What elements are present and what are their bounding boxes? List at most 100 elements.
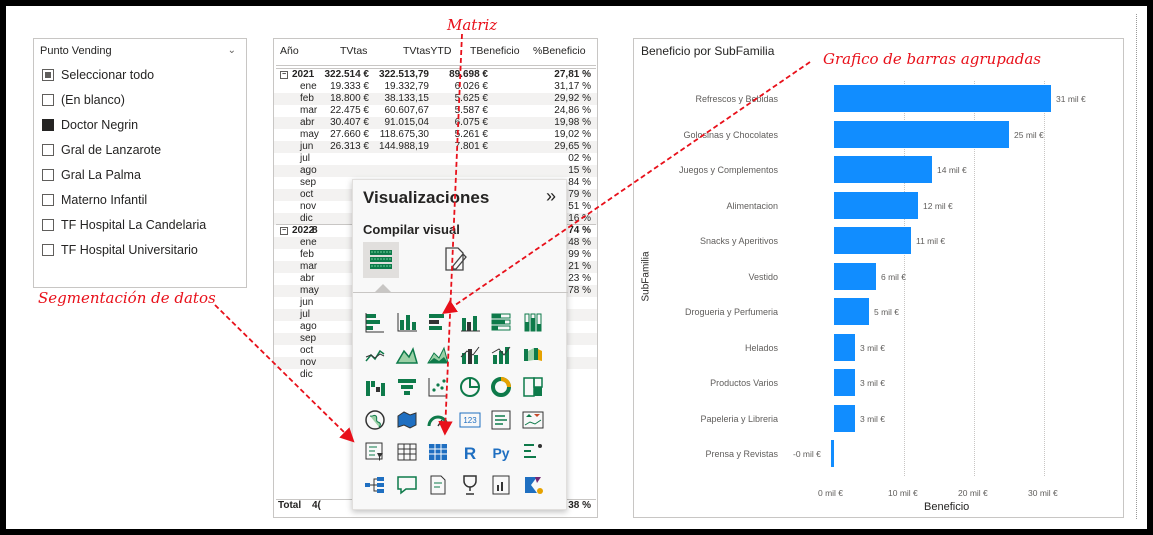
- filled-map-icon[interactable]: [395, 408, 419, 432]
- column-header[interactable]: TVtasYTD: [403, 45, 451, 61]
- line-stacked-column-chart-icon[interactable]: [489, 343, 513, 367]
- matrix-cell: 60.607,67: [384, 105, 430, 116]
- bar[interactable]: [834, 404, 855, 432]
- paginated-report-icon[interactable]: [489, 473, 513, 497]
- matrix-cell: 24,86 %: [554, 105, 591, 116]
- bar[interactable]: [834, 262, 876, 290]
- matrix-cell: 22.475 €: [330, 105, 369, 116]
- category-label: Refrescos y Bebidas: [695, 94, 778, 104]
- bar[interactable]: [834, 298, 869, 325]
- area-chart-icon[interactable]: [395, 343, 419, 367]
- checkbox[interactable]: [42, 244, 54, 256]
- gauge-icon[interactable]: [426, 408, 450, 432]
- slicer-title: Punto Vending: [40, 45, 112, 57]
- punto-vending-slicer[interactable]: Punto Vending ⌄ Seleccionar todo (En blan…: [33, 38, 247, 288]
- bar[interactable]: [834, 333, 855, 361]
- matrix-cell: 31,17 %: [554, 81, 591, 92]
- matrix-cell: 27.660 €: [330, 129, 369, 140]
- row-label: nov: [300, 201, 317, 212]
- line-clustered-column-chart-icon[interactable]: [458, 343, 482, 367]
- svg-text:R: R: [463, 444, 475, 463]
- month-row: abr 30.407 € 91.015,04 6.075 € 19,98 %: [274, 117, 597, 129]
- bar[interactable]: [834, 120, 1009, 148]
- category-label: Helados: [744, 342, 778, 353]
- clustered-bar-chart-icon[interactable]: [426, 310, 450, 334]
- bar[interactable]: [834, 156, 932, 183]
- slicer-icon[interactable]: [363, 440, 387, 464]
- slicer-item[interactable]: TF Hospital Universitario: [42, 241, 198, 259]
- pie-chart-icon[interactable]: [458, 375, 482, 399]
- checkbox[interactable]: [42, 169, 54, 181]
- line-chart-icon[interactable]: [363, 343, 387, 367]
- stacked-bar-chart-icon[interactable]: [363, 310, 387, 334]
- power-apps-icon[interactable]: [521, 473, 545, 497]
- qa-icon[interactable]: [395, 473, 419, 497]
- multi-row-card-icon[interactable]: [489, 408, 513, 432]
- key-influencers-icon[interactable]: [521, 440, 545, 464]
- clustered-column-chart-icon[interactable]: [458, 310, 482, 334]
- slicer-item[interactable]: Materno Infantil: [42, 191, 147, 209]
- visualizations-pane[interactable]: Visualizaciones » Compilar visual 123 R Py: [352, 179, 568, 510]
- slicer-item[interactable]: TF Hospital La Candelaria: [42, 216, 206, 234]
- row-label: abr: [300, 273, 315, 284]
- bar[interactable]: [834, 227, 911, 254]
- bar[interactable]: [834, 369, 855, 396]
- slicer-item[interactable]: Seleccionar todo: [42, 66, 154, 84]
- slicer-item[interactable]: Gral La Palma: [42, 166, 141, 184]
- column-header[interactable]: TBeneficio: [470, 45, 520, 61]
- row-label: Total: [278, 500, 302, 511]
- stacked-column-chart-icon[interactable]: [395, 310, 419, 334]
- clustered-bar-chart[interactable]: Beneficio por SubFamilia SubFamilia Bene…: [633, 38, 1124, 518]
- checkbox[interactable]: [42, 69, 54, 81]
- checkbox[interactable]: [42, 144, 54, 156]
- slicer-item[interactable]: (En blanco): [42, 91, 125, 109]
- metrics-icon[interactable]: [458, 473, 482, 497]
- python-visual-icon[interactable]: Py: [489, 440, 513, 464]
- decomposition-tree-icon[interactable]: [363, 473, 387, 497]
- card-icon[interactable]: 123: [458, 408, 482, 432]
- row-label: dic: [300, 213, 313, 224]
- treemap-icon[interactable]: [521, 375, 545, 399]
- format-visual-tab[interactable]: [441, 244, 471, 274]
- checkbox[interactable]: [42, 119, 54, 131]
- year-row: −2021 322.514 € 322.513,79 89.698 € 27,81 %: [274, 68, 597, 81]
- data-label: 25 mil €: [1014, 129, 1044, 140]
- table-icon[interactable]: [395, 440, 419, 464]
- matrix-icon[interactable]: [426, 440, 450, 464]
- slicer-item[interactable]: Doctor Negrin: [42, 116, 138, 134]
- build-visual-tab[interactable]: [363, 242, 399, 278]
- month-row: ago 15 %: [274, 165, 597, 177]
- row-label: feb: [300, 249, 314, 260]
- waterfall-chart-icon[interactable]: [363, 375, 387, 399]
- checkbox[interactable]: [42, 94, 54, 106]
- bar[interactable]: [834, 191, 918, 219]
- r-visual-icon[interactable]: R: [458, 440, 482, 464]
- kpi-icon[interactable]: [521, 408, 545, 432]
- column-header[interactable]: Año: [280, 45, 299, 61]
- slicer-item-label: Seleccionar todo: [61, 68, 155, 82]
- donut-chart-icon[interactable]: [489, 375, 513, 399]
- map-icon[interactable]: [363, 408, 387, 432]
- category-label: Papeleria y Libreria: [700, 413, 778, 424]
- scatter-chart-icon[interactable]: [426, 375, 450, 399]
- bar[interactable]: [831, 440, 834, 467]
- funnel-chart-icon[interactable]: [395, 375, 419, 399]
- collapse-icon[interactable]: −: [280, 227, 288, 235]
- checkbox[interactable]: [42, 194, 54, 206]
- stacked-area-chart-icon[interactable]: [426, 343, 450, 367]
- slicer-item-label: Gral de Lanzarote: [61, 143, 162, 157]
- chevron-down-icon[interactable]: ⌄: [228, 45, 236, 56]
- collapse-icon[interactable]: −: [280, 71, 288, 79]
- slicer-item[interactable]: Gral de Lanzarote: [42, 141, 161, 159]
- data-label: 14 mil €: [937, 165, 967, 175]
- smart-narrative-icon[interactable]: [426, 473, 450, 497]
- bar[interactable]: [834, 85, 1051, 112]
- 100-stacked-column-chart-icon[interactable]: [521, 310, 545, 334]
- collapse-pane-icon[interactable]: »: [546, 186, 556, 207]
- column-header[interactable]: TVtas: [340, 45, 367, 61]
- checkbox[interactable]: [42, 219, 54, 231]
- visualizations-title: Visualizaciones: [363, 188, 490, 207]
- ribbon-chart-icon[interactable]: [521, 343, 545, 367]
- 100-stacked-bar-chart-icon[interactable]: [489, 310, 513, 334]
- column-header[interactable]: %Beneficio: [533, 45, 586, 61]
